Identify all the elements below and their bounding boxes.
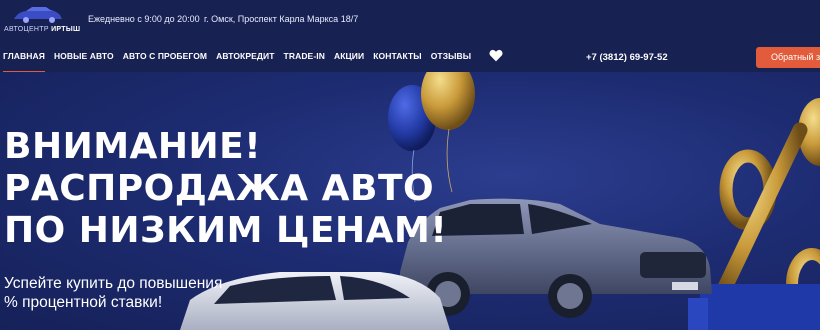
nav-item-reviews[interactable]: ОТЗЫВЫ <box>431 51 472 61</box>
logo-line-2: ИРТЫШ <box>51 26 81 33</box>
headline-line-3: ПО НИЗКИМ ЦЕНАМ! <box>4 210 448 251</box>
gift-box <box>700 284 820 330</box>
heart-icon[interactable] <box>489 49 503 62</box>
nav-item-autocredit[interactable]: АВТОКРЕДИТ <box>216 51 274 61</box>
nav-item-promotions[interactable]: АКЦИИ <box>334 51 364 61</box>
nav-item-contacts[interactable]: КОНТАКТЫ <box>373 51 421 61</box>
main-nav: ГЛАВНАЯ НОВЫЕ АВТО АВТО С ПРОБЕГОМ АВТОК… <box>0 42 820 73</box>
working-hours: Ежедневно с 9:00 до 20:00 <box>88 14 200 24</box>
nav-menu: ГЛАВНАЯ НОВЫЕ АВТО АВТО С ПРОБЕГОМ АВТОК… <box>3 51 472 73</box>
subline-line-2: % процентной ставки! <box>4 294 163 311</box>
top-bar: АВТОЦЕНТР ИРТЫШ Ежедневно с 9:00 до 20:0… <box>0 0 820 42</box>
nav-item-home[interactable]: ГЛАВНАЯ <box>3 51 45 73</box>
subline-line-1: Успейте купить до повышения <box>4 275 223 292</box>
logo[interactable]: АВТОЦЕНТР ИРТЫШ <box>4 5 80 35</box>
phone-number[interactable]: +7 (3812) 69-97-52 <box>586 52 668 63</box>
nav-item-new-cars[interactable]: НОВЫЕ АВТО <box>54 51 114 61</box>
hero-banner: ВНИМАНИЕ! РАСПРОДАЖА АВТО ПО НИЗКИМ ЦЕНА… <box>0 72 820 330</box>
hero-headline: ВНИМАНИЕ! РАСПРОДАЖА АВТО ПО НИЗКИМ ЦЕНА… <box>4 126 447 252</box>
callback-button[interactable]: Обратный звонок <box>756 47 820 68</box>
logo-line-1: АВТОЦЕНТР <box>4 26 49 33</box>
headline-line-2: РАСПРОДАЖА АВТО <box>4 168 435 209</box>
nav-item-used-cars[interactable]: АВТО С ПРОБЕГОМ <box>123 51 207 61</box>
logo-text: АВТОЦЕНТР ИРТЫШ <box>4 26 80 33</box>
logo-car-icon <box>14 7 62 23</box>
headline-line-1: ВНИМАНИЕ! <box>4 126 262 167</box>
hero-subline: Успейте купить до повышения % процентной… <box>4 274 222 312</box>
address: г. Омск, Проспект Карла Маркса 18/7 <box>204 14 359 24</box>
gift-box-small <box>688 298 708 330</box>
nav-item-trade-in[interactable]: TRADE-IN <box>284 51 325 61</box>
